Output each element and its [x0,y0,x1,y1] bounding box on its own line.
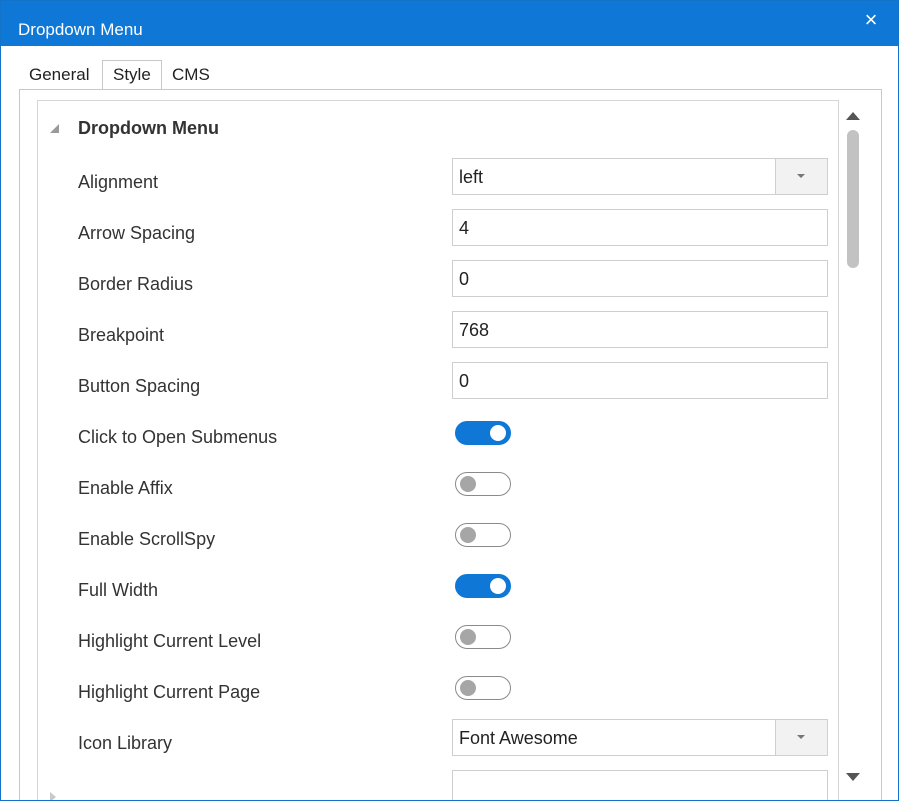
tab-general[interactable]: General [19,60,99,89]
enable-affix-toggle[interactable] [455,472,511,496]
border-radius-input[interactable]: 0 [452,260,828,297]
property-row-border-radius: Border Radius 0 [38,260,838,311]
toggle-knob [490,578,506,594]
title-bar: Dropdown Menu × [1,1,898,46]
highlight-current-page-toggle[interactable] [455,676,511,700]
property-label: Full Width [78,580,159,600]
icon-library-dropdown-button[interactable] [775,720,827,755]
tab-style[interactable]: Style [102,60,162,90]
click-to-open-submenus-toggle[interactable] [455,421,511,445]
property-label: Button Spacing [78,376,201,396]
property-row-icon-library: Icon Library Font Awesome [38,719,838,770]
window-title: Dropdown Menu [18,20,143,39]
collapse-triangle-icon[interactable] [50,124,59,133]
property-row-alignment: Alignment left [38,158,838,209]
property-label: Highlight Current Page [78,682,261,702]
property-row-arrow-spacing: Arrow Spacing 4 [38,209,838,260]
icon-library-select[interactable]: Font Awesome [452,719,828,756]
enable-scrollspy-toggle[interactable] [455,523,511,547]
property-row-enable-affix: Enable Affix [38,464,838,515]
property-label: Highlight Current Level [78,631,262,651]
arrow-spacing-value: 4 [459,218,470,238]
breakpoint-value: 768 [459,320,490,340]
toggle-knob [460,629,476,645]
property-row-enable-scrollspy: Enable ScrollSpy [38,515,838,566]
highlight-current-level-toggle[interactable] [455,625,511,649]
icon-library-value: Font Awesome [459,728,578,748]
property-row-highlight-current-page: Highlight Current Page [38,668,838,719]
property-label: Border Radius [78,274,194,294]
border-radius-value: 0 [459,269,470,289]
tab-cms[interactable]: CMS [162,60,220,89]
property-grid: Dropdown Menu Alignment left Arrow Spaci… [37,100,839,800]
scroll-down-arrow-icon[interactable] [846,773,860,781]
property-row-click-to-open-submenus: Click to Open Submenus [38,413,838,464]
chevron-down-icon [797,174,805,178]
alignment-value: left [459,167,484,187]
close-button[interactable]: × [858,7,884,33]
breakpoint-input[interactable]: 768 [452,311,828,348]
section-title: Dropdown Menu [78,118,219,138]
button-spacing-input[interactable]: 0 [452,362,828,399]
property-label: Alignment [78,172,159,192]
toggle-knob [460,527,476,543]
property-label: Arrow Spacing [78,223,196,243]
cut-off-input[interactable] [452,770,828,800]
tab-panel-style: Dropdown Menu Alignment left Arrow Spaci… [19,89,882,800]
toggle-knob [460,476,476,492]
full-width-toggle[interactable] [455,574,511,598]
scrollbar-thumb[interactable] [847,130,859,268]
chevron-down-icon [797,735,805,739]
alignment-dropdown-button[interactable] [775,159,827,194]
property-label: Icon Library [78,733,173,753]
property-label: Enable ScrollSpy [78,529,216,549]
property-label: Click to Open Submenus [78,427,278,447]
arrow-spacing-input[interactable]: 4 [452,209,828,246]
property-row-breakpoint: Breakpoint 768 [38,311,838,362]
scroll-up-arrow-icon[interactable] [846,112,860,120]
toggle-knob [490,425,506,441]
property-row-highlight-current-level: Highlight Current Level [38,617,838,668]
property-row-button-spacing: Button Spacing 0 [38,362,838,413]
property-label: Enable Affix [78,478,173,498]
close-icon: × [864,7,878,32]
toggle-knob [460,680,476,696]
property-label: Breakpoint [78,325,165,345]
property-row-full-width: Full Width [38,566,838,617]
vertical-scrollbar[interactable] [842,100,864,790]
dialog-window: Dropdown Menu × General Style CMS Dropdo… [0,0,899,801]
property-row-cut-off [38,770,838,800]
button-spacing-value: 0 [459,371,470,391]
alignment-select[interactable]: left [452,158,828,195]
section-header[interactable]: Dropdown Menu [38,116,838,146]
